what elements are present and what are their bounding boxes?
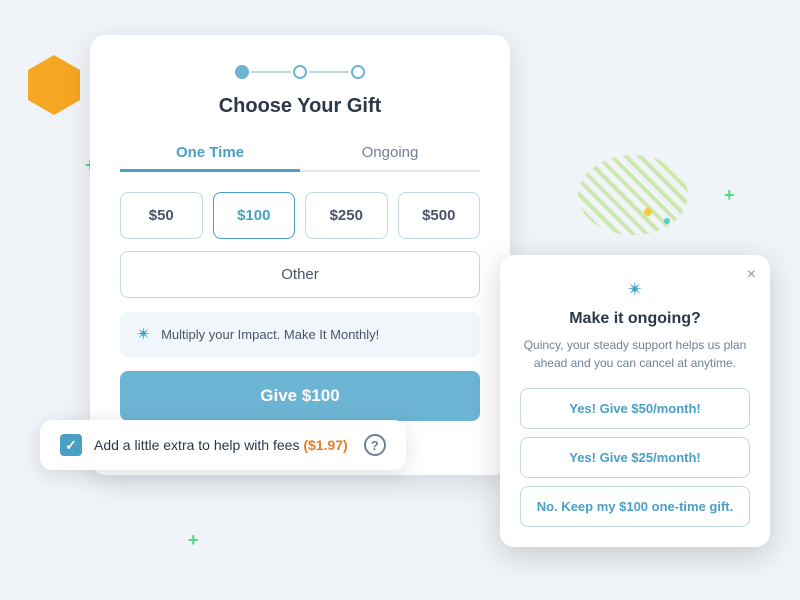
popup-close-button[interactable]: ×: [747, 267, 756, 283]
popup-btn-50[interactable]: Yes! Give $50/month!: [520, 388, 750, 429]
give-button-amount: $100: [302, 386, 340, 405]
info-symbol: ?: [371, 438, 379, 453]
fees-checkbox[interactable]: ✓: [60, 434, 82, 456]
popup-btn-keep[interactable]: No. Keep my $100 one-time gift.: [520, 486, 750, 527]
card-title: Choose Your Gift: [120, 95, 480, 118]
monthly-banner-text: Multiply your Impact. Make It Monthly!: [161, 327, 379, 342]
step-line-1: [251, 71, 291, 73]
step-2-dot: [293, 65, 307, 79]
fees-label: Add a little extra to help with fees: [94, 437, 303, 453]
amount-btn-250[interactable]: $250: [305, 192, 388, 239]
popup-card: × ✴ Make it ongoing? Quincy, your steady…: [500, 255, 770, 547]
progress-steps: [120, 65, 480, 79]
amount-btn-500[interactable]: $500: [398, 192, 481, 239]
step-line-2: [309, 71, 349, 73]
give-button-label: Give: [260, 386, 302, 405]
tab-ongoing[interactable]: Ongoing: [300, 136, 480, 172]
popup-description: Quincy, your steady support helps us pla…: [520, 336, 750, 372]
step-1-dot: [235, 65, 249, 79]
fees-info-icon[interactable]: ?: [364, 434, 386, 456]
step-3-dot: [351, 65, 365, 79]
checkmark-icon: ✓: [65, 437, 77, 454]
fees-bar: ✓ Add a little extra to help with fees (…: [40, 420, 406, 470]
teal-dot-decoration: [664, 218, 670, 224]
popup-spinner-icon: ✴: [520, 277, 750, 302]
stripe-blob-decoration: [578, 155, 688, 235]
fees-text: Add a little extra to help with fees ($1…: [94, 437, 348, 453]
give-button[interactable]: Give $100: [120, 371, 480, 421]
tabs-container: One Time Ongoing: [120, 136, 480, 172]
spinner-icon: ✴: [136, 324, 151, 345]
yellow-dot-decoration: [644, 208, 652, 216]
popup-title: Make it ongoing?: [520, 310, 750, 328]
popup-btn-25[interactable]: Yes! Give $25/month!: [520, 437, 750, 478]
amount-grid: $50 $100 $250 $500: [120, 192, 480, 239]
monthly-banner: ✴ Multiply your Impact. Make It Monthly!: [120, 312, 480, 357]
donation-card: Choose Your Gift One Time Ongoing $50 $1…: [90, 35, 510, 475]
amount-btn-50[interactable]: $50: [120, 192, 203, 239]
plus-decoration-3: +: [724, 185, 735, 206]
amount-btn-100[interactable]: $100: [213, 192, 296, 239]
fees-amount: ($1.97): [303, 437, 347, 453]
tab-one-time[interactable]: One Time: [120, 136, 300, 172]
other-amount-button[interactable]: Other: [120, 251, 480, 298]
plus-decoration-2: +: [188, 530, 199, 551]
hexagon-decoration: [28, 70, 80, 100]
